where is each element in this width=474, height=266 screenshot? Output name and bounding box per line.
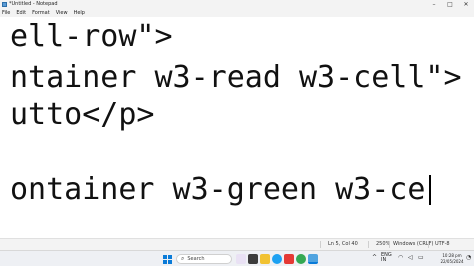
notification-bell-icon[interactable]: ◔	[466, 254, 471, 261]
menu-file[interactable]: File	[2, 9, 10, 17]
region-code: IN	[381, 257, 387, 263]
widgets-icon[interactable]	[236, 254, 246, 264]
file-explorer-icon[interactable]	[260, 254, 270, 264]
language-indicator[interactable]: ENG IN	[381, 253, 392, 263]
menu-format[interactable]: Format	[32, 9, 50, 17]
taskbar-search[interactable]: ⌕ Search	[176, 254, 232, 264]
minimize-button[interactable]: –	[426, 0, 442, 9]
edge-browser-icon[interactable]	[272, 254, 282, 264]
search-icon: ⌕	[181, 255, 185, 262]
encoding: UTF-8	[435, 241, 450, 247]
window-controls: – □ ✕	[426, 0, 474, 9]
title-bar: *Untitled - Notepad – □ ✕	[0, 0, 474, 9]
menu-help[interactable]: Help	[74, 9, 85, 17]
menu-view[interactable]: View	[56, 9, 68, 17]
maximize-button[interactable]: □	[442, 0, 458, 9]
chrome-icon[interactable]	[296, 254, 306, 264]
notepad-taskbar-icon[interactable]	[308, 254, 318, 264]
menu-edit[interactable]: Edit	[16, 9, 26, 17]
editor-line: ontainer w3-green w3-ce	[10, 172, 426, 207]
editor-line: ell-row">	[10, 19, 173, 54]
cursor-position: Ln 5, Col 40	[328, 241, 358, 247]
text-editor[interactable]: ell-row"> ntainer w3-read w3-cell"> utto…	[0, 17, 474, 238]
app-icon[interactable]	[284, 254, 294, 264]
wifi-icon[interactable]: ◠	[398, 254, 403, 261]
status-bar: Ln 5, Col 40 250% Windows (CRLF) UTF-8	[0, 238, 474, 250]
search-placeholder: Search	[187, 256, 205, 262]
menu-bar: File Edit Format View Help	[0, 9, 474, 17]
text-caret	[429, 175, 431, 205]
taskbar: ⌕ Search ^ ENG IN ◠ ◁ ▭ 10:28 pm 22/05/2…	[0, 250, 474, 266]
status-divider	[389, 241, 390, 248]
editor-line: utto</p>	[10, 97, 155, 132]
notepad-app-icon	[2, 2, 7, 7]
task-view-icon[interactable]	[248, 254, 258, 264]
chevron-up-icon[interactable]: ^	[372, 254, 377, 261]
speaker-icon[interactable]: ◁	[408, 254, 413, 261]
windows-start-icon[interactable]	[162, 254, 172, 264]
system-clock[interactable]: 10:28 pm 22/05/2024	[440, 253, 464, 265]
status-divider	[428, 241, 429, 248]
window-title: *Untitled - Notepad	[9, 1, 58, 7]
close-button[interactable]: ✕	[458, 0, 474, 9]
battery-icon[interactable]: ▭	[418, 254, 424, 261]
clock-date: 22/05/2024	[440, 259, 464, 264]
status-divider	[368, 241, 369, 248]
status-divider	[320, 241, 321, 248]
editor-line: ntainer w3-read w3-cell">	[10, 60, 462, 95]
